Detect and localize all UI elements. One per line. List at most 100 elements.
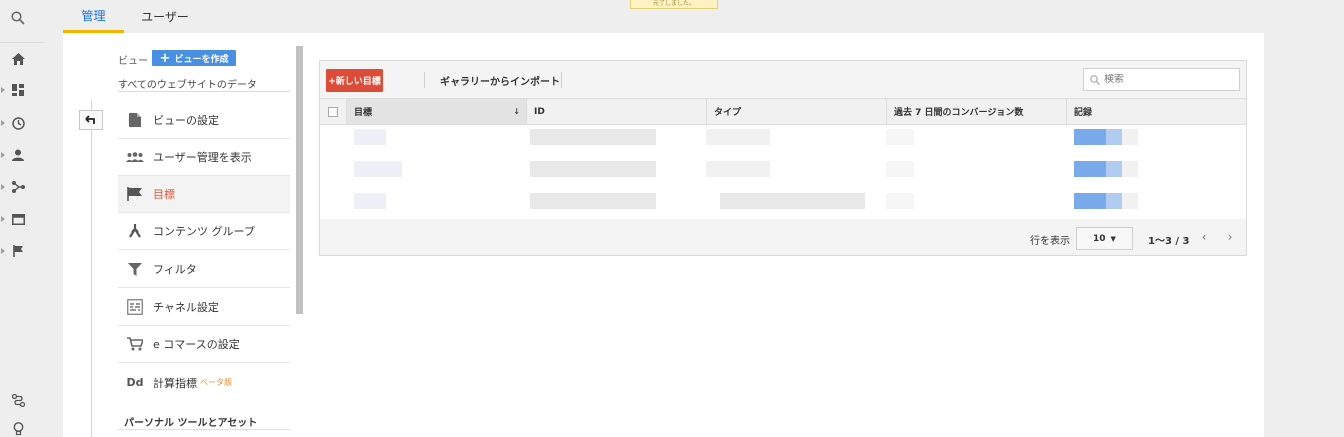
redacted-cell bbox=[886, 129, 914, 145]
select-all-checkbox[interactable] bbox=[328, 106, 338, 117]
table-footer: 行を表示 10 ▼ 1～3 / 3 ‹ › bbox=[320, 219, 1246, 255]
home-icon[interactable] bbox=[10, 51, 26, 67]
view-name[interactable]: すべてのウェブサイトのデータ bbox=[118, 76, 290, 92]
new-goal-button[interactable]: +新しい目標 bbox=[326, 69, 383, 92]
toolbar-divider bbox=[561, 72, 562, 88]
tab-user[interactable]: ユーザー bbox=[134, 0, 196, 33]
nav-tree-line bbox=[91, 100, 92, 437]
section-heading: パーソナル ツールとアセット bbox=[124, 418, 258, 429]
sort-down-icon: ↓ bbox=[513, 107, 520, 116]
column-header-goal[interactable]: 目標 ↓ bbox=[347, 99, 527, 124]
recording-toggle-track bbox=[1106, 129, 1122, 145]
menu-item-goals[interactable]: 目標 bbox=[118, 176, 290, 213]
dd-icon: Dd bbox=[126, 376, 144, 389]
menu-item-calculated-metrics[interactable]: Dd 計算指標 ベータ版 bbox=[118, 364, 290, 401]
dashboard-icon[interactable] bbox=[10, 82, 26, 98]
select-all-checkbox-cell[interactable] bbox=[320, 99, 347, 124]
behavior-icon[interactable] bbox=[10, 211, 26, 227]
menu-item-view-settings[interactable]: ビューの設定 bbox=[118, 102, 290, 139]
column-header-label: ID bbox=[534, 106, 545, 117]
menu-item-label: e コマースの設定 bbox=[153, 338, 240, 351]
acquisition-icon[interactable] bbox=[10, 179, 26, 195]
toolbar-divider bbox=[424, 72, 425, 88]
flag-icon bbox=[126, 185, 144, 203]
search-icon[interactable] bbox=[10, 10, 26, 26]
recording-toggle[interactable] bbox=[1074, 193, 1106, 209]
lightbulb-icon[interactable] bbox=[10, 421, 26, 437]
menu-item-filters[interactable]: フィルタ bbox=[118, 251, 290, 288]
menu-item-label: チャネル設定 bbox=[153, 301, 219, 314]
conversion-flag-icon[interactable] bbox=[10, 243, 26, 259]
create-view-button[interactable]: + ビューを作成 bbox=[152, 50, 236, 66]
prev-page-button[interactable]: ‹ bbox=[1197, 229, 1211, 245]
table-row[interactable] bbox=[320, 161, 1246, 193]
document-icon bbox=[126, 111, 144, 129]
chevron-down-icon: ▼ bbox=[1110, 234, 1116, 243]
redacted-cell bbox=[354, 193, 386, 209]
column-header-conversions[interactable]: 過去 7 日間のコンバージョン数 bbox=[887, 99, 1067, 124]
search-input[interactable] bbox=[1104, 74, 1234, 85]
column-header-recording[interactable]: 記録 bbox=[1067, 99, 1246, 124]
recording-toggle[interactable] bbox=[1074, 161, 1106, 177]
table-row[interactable] bbox=[320, 193, 1246, 219]
redacted-cell bbox=[354, 129, 386, 145]
menu-item-label: 目標 bbox=[153, 188, 175, 201]
expand-caret[interactable] bbox=[1, 87, 5, 93]
search-icon bbox=[1090, 74, 1100, 85]
pagination-info: 1～3 / 3 bbox=[1148, 236, 1190, 247]
back-arrow-icon bbox=[85, 115, 95, 124]
content-group-icon bbox=[126, 222, 144, 240]
menu-item-content-grouping[interactable]: コンテンツ グループ bbox=[118, 213, 290, 250]
menu-item-view-user-management[interactable]: ユーザー管理を表示 bbox=[118, 139, 290, 176]
tab-admin[interactable]: 管理 bbox=[63, 0, 124, 33]
notification-toast: 元了しました。 bbox=[630, 0, 718, 9]
column-header-id[interactable]: ID bbox=[527, 99, 707, 124]
rows-per-page-select[interactable]: 10 ▼ bbox=[1076, 227, 1133, 250]
users-icon bbox=[126, 148, 144, 166]
redacted-cell bbox=[530, 161, 656, 177]
recording-toggle-track bbox=[1106, 161, 1122, 177]
expand-caret[interactable] bbox=[1, 184, 5, 190]
redacted-cell bbox=[530, 193, 656, 209]
column-header-label: タイプ bbox=[714, 108, 742, 118]
back-button[interactable] bbox=[79, 110, 103, 130]
import-from-gallery-button[interactable]: ギャラリーからインポート bbox=[440, 69, 560, 92]
next-page-button[interactable]: › bbox=[1223, 229, 1237, 245]
expand-caret[interactable] bbox=[1, 216, 5, 222]
redacted-cell bbox=[886, 161, 914, 177]
view-label: ビュー bbox=[118, 56, 148, 67]
column-header-label: 目標 bbox=[354, 108, 373, 118]
redacted-cell bbox=[706, 161, 770, 177]
path-icon[interactable] bbox=[10, 392, 26, 408]
section-divider bbox=[118, 429, 290, 430]
redacted-cell bbox=[530, 129, 656, 145]
menu-item-ecommerce-settings[interactable]: e コマースの設定 bbox=[118, 326, 290, 363]
table-header: 目標 ↓ ID タイプ 過去 7 日間のコンバージョン数 記録 bbox=[320, 98, 1246, 125]
column-header-type[interactable]: タイプ bbox=[707, 99, 887, 124]
recording-toggle-track bbox=[1106, 193, 1122, 209]
menu-item-label: ビューの設定 bbox=[153, 114, 219, 127]
expand-caret[interactable] bbox=[1, 152, 5, 158]
person-icon[interactable] bbox=[10, 147, 26, 163]
table-row[interactable] bbox=[320, 129, 1246, 161]
beta-badge: ベータ版 bbox=[200, 378, 232, 387]
menu-item-label: フィルタ bbox=[153, 263, 197, 276]
menu-item-label: ユーザー管理を表示 bbox=[153, 151, 252, 164]
search-box[interactable] bbox=[1083, 68, 1240, 91]
expand-caret[interactable] bbox=[1, 120, 5, 126]
channel-icon bbox=[126, 298, 144, 316]
create-view-label: ビューを作成 bbox=[174, 54, 229, 65]
column-header-label: 記録 bbox=[1074, 108, 1093, 118]
menu-item-label: 計算指標 bbox=[153, 376, 197, 390]
menu-item-channel-settings[interactable]: チャネル設定 bbox=[118, 289, 290, 326]
left-rail bbox=[0, 0, 44, 437]
recording-toggle[interactable] bbox=[1074, 129, 1106, 145]
redacted-cell bbox=[354, 161, 402, 177]
goals-toolbar: +新しい目標 ギャラリーからインポート bbox=[320, 61, 1246, 98]
rows-per-page-label: 行を表示 bbox=[1030, 236, 1070, 247]
table-body bbox=[320, 125, 1246, 219]
rail-divider bbox=[0, 42, 44, 43]
scrollbar[interactable] bbox=[296, 46, 303, 314]
clock-icon[interactable] bbox=[10, 115, 26, 131]
expand-caret[interactable] bbox=[1, 248, 5, 254]
